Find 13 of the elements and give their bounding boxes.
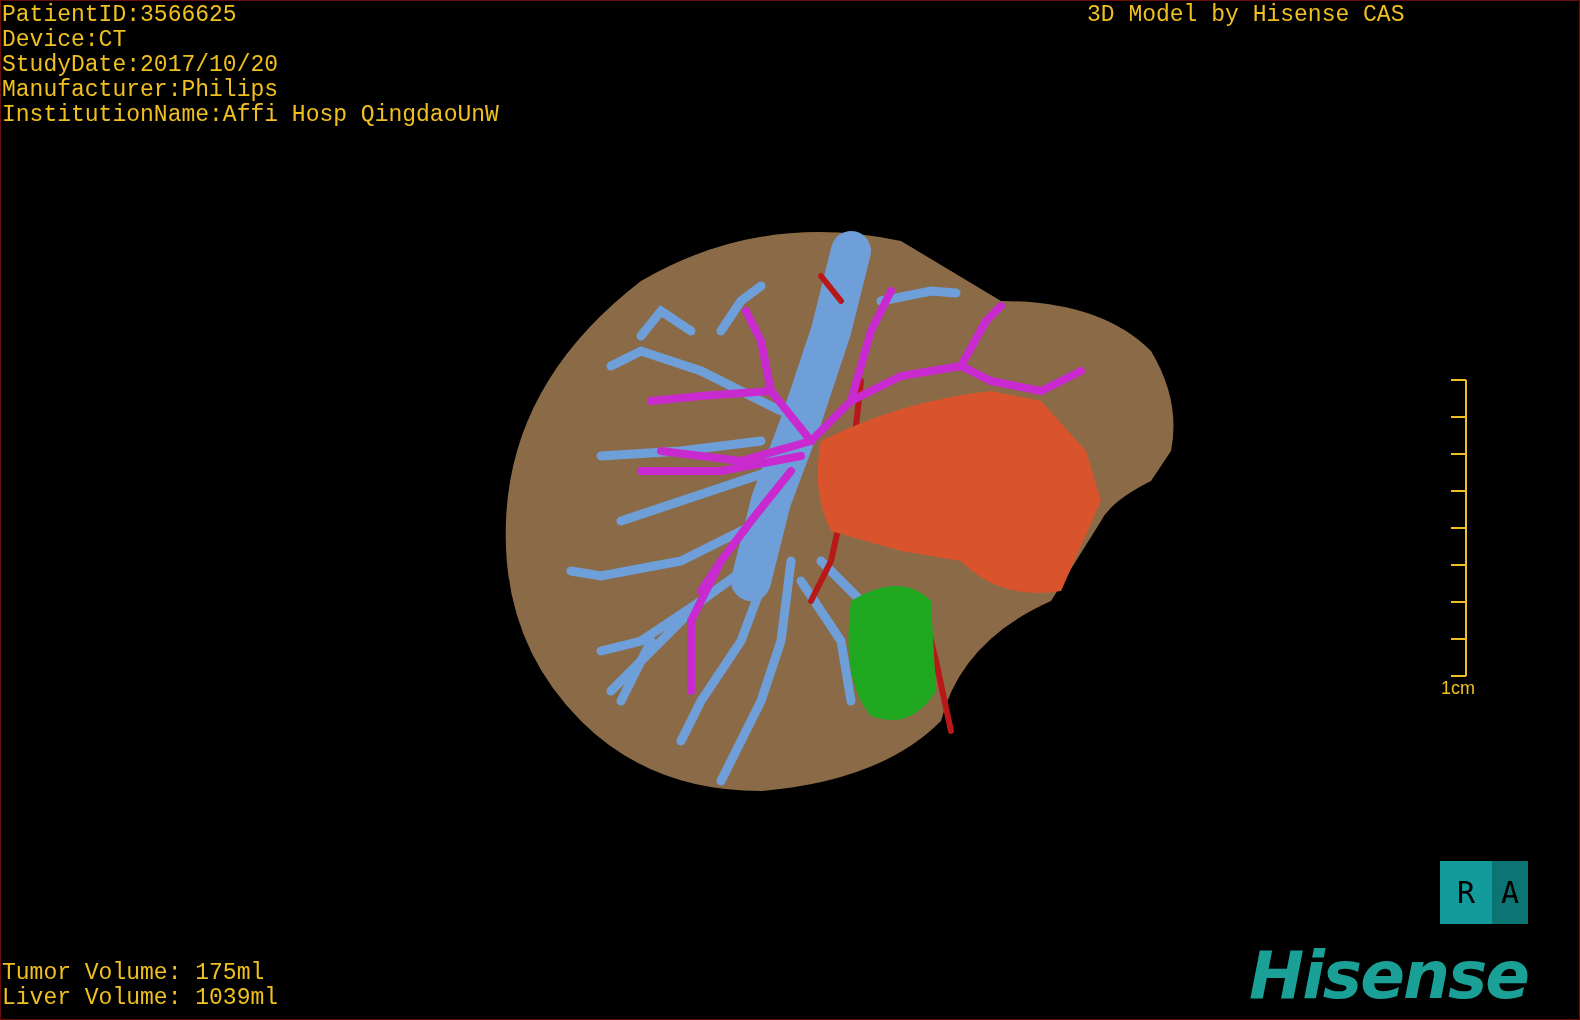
scale-bar-label: 1cm [1441, 678, 1475, 698]
study-info-text: Device:CT [2, 28, 128, 53]
volume-text: Tumor Volume: 175ml [2, 961, 266, 986]
study-info-text: StudyDate:2017/10/20 [2, 53, 280, 78]
viewer-title: 3D Model by Hisense CAS [1087, 3, 1405, 28]
study-info-text: Manufacturer:Philips [2, 78, 280, 103]
study-info-text: InstitutionName:Affi Hosp QingdaoUnW [2, 103, 499, 128]
scale-bar-icon [1448, 379, 1468, 677]
volume-text: Liver Volume: 1039ml [2, 986, 279, 1011]
orientation-cube-face[interactable]: A [1492, 861, 1528, 924]
brand-logo: Hisense [1249, 941, 1528, 1011]
orientation-cube-face[interactable]: R [1440, 861, 1492, 924]
study-info-text: PatientID:3566625 [2, 3, 238, 28]
